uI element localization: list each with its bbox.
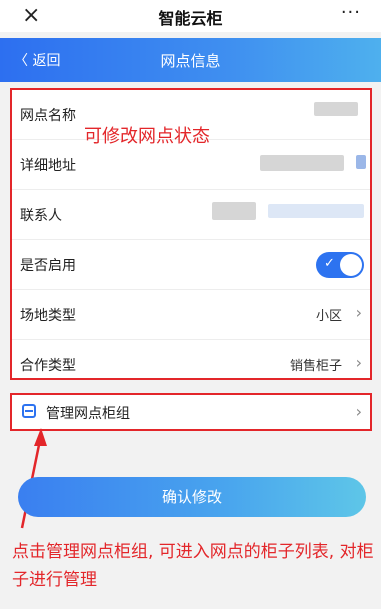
annotation-bottom: 点击管理网点柜组, 可进入网点的柜子列表, 对柜子进行管理 xyxy=(12,542,374,590)
arrow-head xyxy=(34,428,47,446)
confirm-button[interactable]: 确认修改 xyxy=(18,477,366,517)
annotation-arrow xyxy=(20,428,47,529)
